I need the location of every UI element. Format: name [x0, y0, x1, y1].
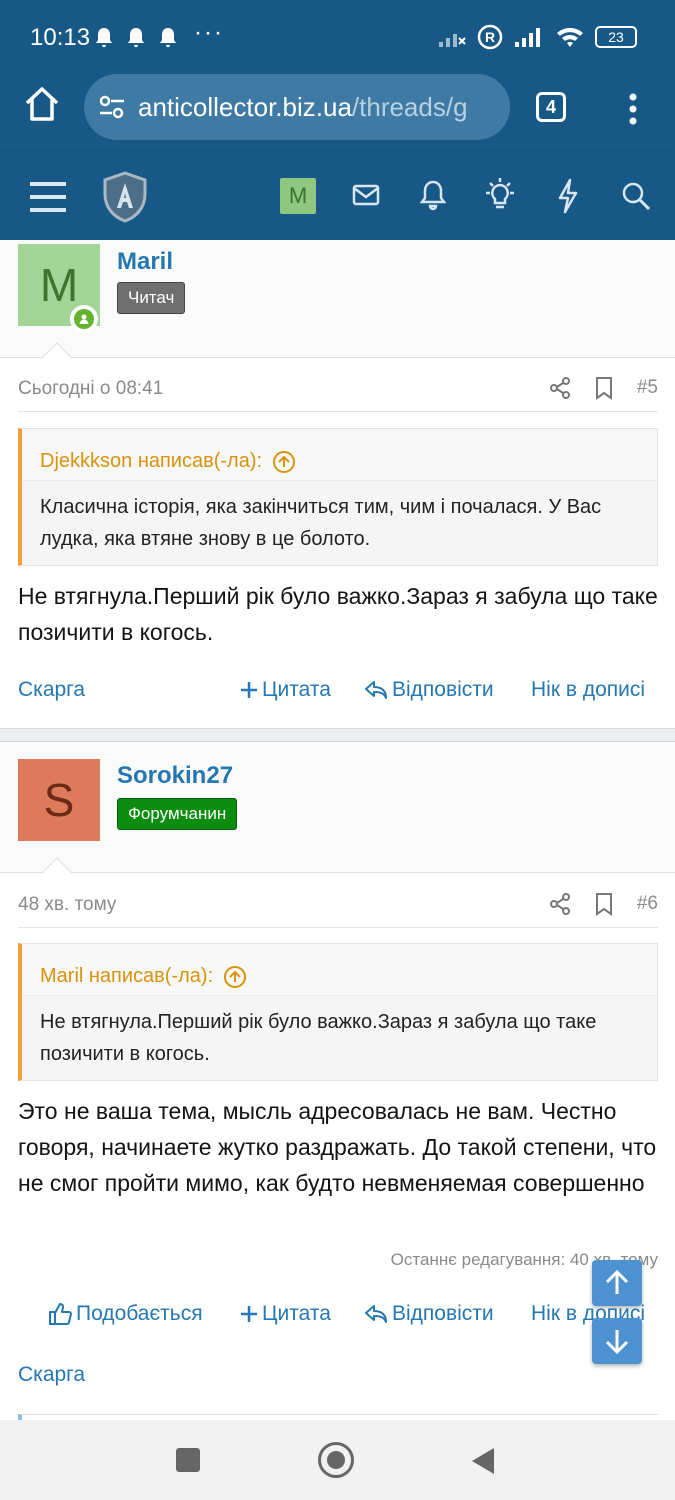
post-text: Это не ваша тема, мысль адресовалась не … — [18, 1098, 657, 1196]
bookmark-icon[interactable] — [595, 892, 613, 916]
reply-label: Відповісти — [392, 678, 494, 701]
scroll-bottom-button[interactable] — [592, 1318, 642, 1364]
post-text: Не втягнула.Перший рік було важко.Зараз … — [18, 583, 658, 645]
quote-label: Цитата — [262, 678, 331, 701]
like-button[interactable]: Подобається — [48, 1302, 203, 1326]
plus-icon — [241, 1306, 257, 1322]
online-indicator — [70, 305, 98, 333]
wifi-icon — [557, 27, 583, 47]
quote-up-icon[interactable] — [272, 450, 296, 474]
username[interactable]: Maril — [117, 248, 173, 276]
mail-icon[interactable] — [352, 176, 380, 216]
user-role-badge: Форумчанин — [117, 798, 238, 830]
post-user-header: S Sorokin27 Форумчанин — [0, 742, 675, 889]
post-meta: Сьогодні о 08:41 #5 — [18, 360, 658, 412]
quote-author[interactable]: Maril написав(-ла): — [40, 965, 213, 988]
bell-icon — [128, 28, 144, 47]
post-actions-secondary: Скарга — [18, 1355, 658, 1395]
system-navigation-bar — [0, 1420, 675, 1500]
reply-button[interactable]: Відповісти — [364, 1302, 494, 1326]
post-actions: Скарга Цитата Відповісти Нік в дописі — [18, 670, 658, 710]
scroll-top-button[interactable] — [592, 1260, 642, 1306]
post-actions: Подобається Цитата Відповісти Нік в допи… — [18, 1294, 658, 1334]
back-icon[interactable] — [470, 1446, 496, 1476]
url-text: anticollector.biz.ua/threads/g — [138, 92, 502, 123]
post-meta: 48 хв. тому #6 — [18, 876, 658, 928]
quote-text: Не втягнула.Перший рік було важко.Зараз … — [40, 1011, 597, 1065]
shield-logo-icon[interactable] — [100, 170, 150, 224]
thumb-up-icon — [49, 1303, 72, 1325]
post-meta-icons: #6 — [549, 892, 658, 916]
arrow-down-icon — [605, 1330, 629, 1355]
signal-icon — [515, 28, 540, 47]
post-date[interactable]: Сьогодні о 08:41 — [18, 378, 163, 400]
bulb-icon[interactable] — [482, 176, 518, 216]
report-link[interactable]: Скарга — [18, 678, 85, 702]
reply-label: Відповісти — [392, 1302, 494, 1325]
reply-icon — [365, 681, 387, 699]
share-icon[interactable] — [549, 892, 571, 916]
notification-icons — [94, 26, 178, 48]
avatar[interactable]: S — [18, 759, 100, 841]
reply-icon — [365, 1305, 387, 1323]
username[interactable]: Sorokin27 — [117, 762, 233, 790]
screen: { "status": { "time": "10:13", "dots": "… — [0, 0, 675, 1500]
tune-icon[interactable] — [98, 94, 126, 120]
roaming-icon: R — [477, 24, 503, 50]
post-user-header: M Maril Читач — [0, 240, 675, 374]
user-icon — [79, 314, 89, 324]
status-time: 10:13 — [30, 24, 91, 51]
post-number[interactable]: #5 — [637, 377, 658, 399]
no-signal-icon — [439, 34, 466, 47]
quote-header[interactable]: Djekkkson написав(-ла): — [22, 429, 657, 481]
status-bar: 10:13 ··· R 23 — [0, 0, 675, 76]
quote-block: Maril написав(-ла): Не втягнула.Перший р… — [18, 943, 658, 1081]
report-link[interactable]: Скарга — [18, 1363, 85, 1387]
quote-button[interactable]: Цитата — [240, 1302, 331, 1326]
post-number[interactable]: #6 — [637, 893, 658, 915]
bell-icon — [96, 28, 112, 47]
post-meta-icons: #5 — [549, 376, 658, 400]
nick-label: Нік в дописі — [531, 678, 646, 701]
bell-icon[interactable] — [420, 176, 446, 216]
plus-icon — [241, 682, 257, 698]
avatar[interactable]: M — [280, 178, 316, 214]
menu-icon[interactable] — [28, 180, 68, 214]
home-button[interactable] — [318, 1442, 354, 1478]
reply-button[interactable]: Відповісти — [364, 678, 494, 702]
url-path: /threads/g — [351, 92, 468, 122]
post-separator — [0, 728, 675, 742]
recents-button[interactable] — [176, 1448, 200, 1472]
nick-in-post-button[interactable]: Нік в дописі — [531, 678, 645, 702]
quote-up-icon[interactable] — [223, 965, 247, 989]
post-date[interactable]: 48 хв. тому — [18, 894, 116, 916]
url-host: anticollector.biz.ua — [138, 92, 352, 122]
battery-indicator: 23 — [595, 26, 637, 48]
report-label: Скарга — [18, 1363, 86, 1386]
search-icon[interactable] — [620, 176, 652, 216]
quote-button[interactable]: Цитата — [240, 678, 331, 702]
report-label: Скарга — [18, 678, 86, 701]
user-role-badge: Читач — [117, 282, 186, 314]
status-right-icons: R 23 — [437, 24, 637, 50]
svg-text:R: R — [485, 29, 495, 45]
bookmark-icon[interactable] — [595, 376, 613, 400]
browser-toolbar: anticollector.biz.ua/threads/g 4 — [0, 70, 675, 146]
status-more-dots: ··· — [194, 19, 224, 46]
home-icon[interactable] — [22, 84, 62, 124]
bell-icon — [160, 28, 176, 47]
quote-label: Цитата — [262, 1302, 331, 1325]
share-icon[interactable] — [549, 376, 571, 400]
more-vert-icon[interactable] — [620, 92, 646, 126]
quote-author[interactable]: Djekkkson написав(-ла): — [40, 450, 262, 473]
bolt-icon[interactable] — [556, 176, 580, 216]
quote-block: Djekkkson написав(-ла): Класична історія… — [18, 428, 658, 566]
tab-switcher-button[interactable]: 4 — [536, 92, 566, 122]
quote-text: Класична історія, яка закінчиться тим, ч… — [40, 496, 602, 550]
address-bar[interactable]: anticollector.biz.ua/threads/g — [84, 74, 510, 140]
arrow-up-icon — [605, 1269, 629, 1294]
forum-navbar: M — [0, 152, 675, 240]
quote-header[interactable]: Maril написав(-ла): — [22, 944, 657, 996]
like-label: Подобається — [76, 1302, 203, 1325]
